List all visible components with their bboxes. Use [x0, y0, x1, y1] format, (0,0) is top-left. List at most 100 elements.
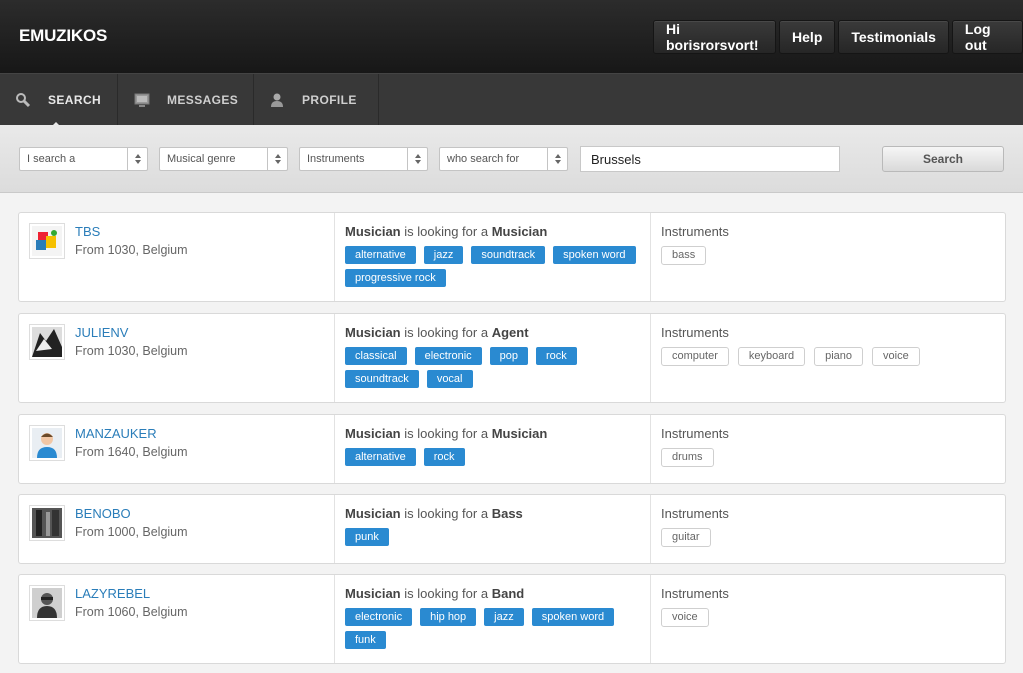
- logout-button[interactable]: Log out: [951, 20, 1023, 54]
- user-greeting-button[interactable]: Hi borisrorsvort!: [653, 20, 777, 54]
- avatar[interactable]: [29, 425, 65, 461]
- target-select-value: who search for: [447, 153, 520, 165]
- genre-tag[interactable]: electronic: [414, 347, 482, 365]
- instruments-column: Instruments computer keyboard piano voice: [651, 314, 1005, 402]
- search-bar: I search a Musical genre Instruments who…: [0, 125, 1023, 193]
- user-name-link[interactable]: JULIENV: [75, 325, 128, 340]
- looking-for-column: Musician is looking for a Agent classica…: [335, 314, 651, 402]
- genre-tag[interactable]: funk: [345, 631, 386, 649]
- instrument-tags: drums: [661, 448, 714, 467]
- genre-tag[interactable]: progressive rock: [345, 269, 446, 287]
- genre-tag[interactable]: jazz: [423, 246, 464, 264]
- genre-tag[interactable]: pop: [489, 347, 529, 365]
- tab-bar: SEARCH MESSAGES PROFILE: [0, 73, 1023, 127]
- instruments-title: Instruments: [661, 506, 729, 521]
- user-column: TBS From 1030, Belgium: [19, 213, 335, 301]
- user-icon: [268, 91, 286, 109]
- genre-tag[interactable]: alternative: [345, 448, 416, 466]
- instruments-select-value: Instruments: [307, 153, 365, 165]
- genre-tags: classical electronic pop rock soundtrack voca…: [345, 347, 645, 388]
- testimonials-button[interactable]: Testimonials: [838, 20, 949, 54]
- instrument-tags: bass: [661, 246, 707, 265]
- instrument-tag: computer: [661, 347, 729, 366]
- target-text: Musician: [491, 426, 548, 441]
- genre-tag[interactable]: vocal: [426, 370, 473, 388]
- user-location: From 1000, Belgium: [75, 525, 188, 539]
- instruments-title: Instruments: [661, 224, 729, 239]
- looking-for-line: Musician is looking for a Agent: [345, 325, 529, 340]
- looking-for-column: Musician is looking for a Musician alter…: [335, 415, 651, 483]
- genre-tag[interactable]: hip hop: [420, 608, 477, 626]
- instrument-tag: voice: [661, 608, 709, 627]
- user-column: LAZYREBEL From 1060, Belgium: [19, 575, 335, 663]
- instrument-tag: keyboard: [737, 347, 806, 366]
- select-arrows-icon: [267, 148, 287, 170]
- tab-messages[interactable]: MESSAGES: [118, 74, 254, 126]
- genre-tag[interactable]: electronic: [345, 608, 413, 626]
- instrument-tag: drums: [661, 448, 714, 467]
- looking-for-line: Musician is looking for a Band: [345, 586, 524, 601]
- instruments-column: Instruments guitar: [651, 495, 1005, 563]
- looking-for-text: is looking for a: [404, 506, 489, 521]
- genre-tag[interactable]: spoken word: [531, 608, 615, 626]
- looking-for-text: is looking for a: [404, 224, 489, 239]
- instruments-title: Instruments: [661, 426, 729, 441]
- avatar[interactable]: [29, 585, 65, 621]
- looking-for-line: Musician is looking for a Bass: [345, 506, 523, 521]
- avatar[interactable]: [29, 505, 65, 541]
- tab-messages-label: MESSAGES: [167, 93, 239, 107]
- genre-tags: alternative jazz soundtrack spoken word prog…: [345, 246, 645, 287]
- target-text: Bass: [491, 506, 523, 521]
- role-select-value: I search a: [27, 153, 76, 165]
- user-name-link[interactable]: TBS: [75, 224, 100, 239]
- select-arrows-icon: [127, 148, 147, 170]
- city-input[interactable]: [580, 146, 840, 172]
- instruments-select[interactable]: Instruments: [299, 147, 428, 171]
- user-name-link[interactable]: BENOBO: [75, 506, 131, 521]
- avatar[interactable]: [29, 324, 65, 360]
- role-text: Musician: [345, 586, 401, 601]
- tab-search[interactable]: SEARCH: [0, 74, 118, 127]
- genre-tag[interactable]: classical: [345, 347, 407, 365]
- monitor-icon: [133, 91, 151, 109]
- genre-tag[interactable]: rock: [536, 347, 577, 365]
- target-text: Agent: [491, 325, 529, 340]
- result-card: TBS From 1030, Belgium Musician is looki…: [18, 212, 1006, 302]
- instrument-tag: guitar: [661, 528, 711, 547]
- role-text: Musician: [345, 506, 401, 521]
- user-name-link[interactable]: MANZAUKER: [75, 426, 157, 441]
- instruments-column: Instruments drums: [651, 415, 1005, 483]
- genre-tag[interactable]: alternative: [345, 246, 416, 264]
- instrument-tag: piano: [814, 347, 864, 366]
- genre-tag[interactable]: jazz: [484, 608, 524, 626]
- instrument-tag: voice: [872, 347, 920, 366]
- genre-tag[interactable]: punk: [345, 528, 389, 546]
- help-button[interactable]: Help: [779, 20, 836, 54]
- tab-search-label: SEARCH: [48, 93, 102, 107]
- genre-tag[interactable]: rock: [423, 448, 465, 466]
- top-header: EMUZIKOS Hi borisrorsvort! Help Testimon…: [0, 0, 1023, 73]
- looking-for-text: is looking for a: [404, 325, 489, 340]
- instrument-tags: computer keyboard piano voice: [661, 347, 920, 366]
- select-arrows-icon: [547, 148, 567, 170]
- search-button[interactable]: Search: [882, 146, 1004, 172]
- genre-tags: electronic hip hop jazz spoken word funk: [345, 608, 645, 649]
- genre-select[interactable]: Musical genre: [159, 147, 288, 171]
- genre-tag[interactable]: soundtrack: [345, 370, 419, 388]
- user-location: From 1030, Belgium: [75, 344, 188, 358]
- user-name-link[interactable]: LAZYREBEL: [75, 586, 150, 601]
- role-text: Musician: [345, 325, 401, 340]
- user-column: JULIENV From 1030, Belgium: [19, 314, 335, 402]
- instrument-tag: bass: [661, 246, 707, 265]
- role-select[interactable]: I search a: [19, 147, 148, 171]
- genre-tag[interactable]: soundtrack: [471, 246, 546, 264]
- target-select[interactable]: who search for: [439, 147, 568, 171]
- avatar[interactable]: [29, 223, 65, 259]
- genre-tag[interactable]: spoken word: [553, 246, 636, 264]
- role-text: Musician: [345, 426, 401, 441]
- looking-for-text: is looking for a: [404, 426, 489, 441]
- tab-profile[interactable]: PROFILE: [254, 74, 379, 126]
- user-location: From 1640, Belgium: [75, 445, 188, 459]
- logo[interactable]: EMUZIKOS: [19, 26, 107, 46]
- tab-profile-label: PROFILE: [302, 93, 357, 107]
